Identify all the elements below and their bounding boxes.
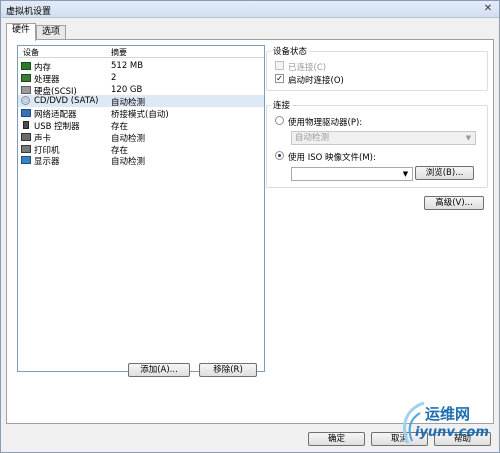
device-row-display[interactable]: 显示器 自动检测 bbox=[18, 154, 264, 168]
device-row-printer[interactable]: 打印机 存在 bbox=[18, 143, 264, 156]
title-bar[interactable]: 虚拟机设置 ✕ bbox=[1, 1, 499, 18]
ok-button[interactable]: 确定 bbox=[308, 432, 365, 446]
cd-dvd-icon bbox=[21, 96, 30, 106]
device-status-title: 设备状态 bbox=[271, 45, 310, 57]
printer-icon bbox=[21, 144, 31, 153]
connected-label: 已连接(C) bbox=[288, 63, 327, 73]
iso-image-path-select[interactable]: ▼ bbox=[291, 167, 413, 181]
device-rows: 内存 512 MB 处理器 2 硬盘(SCSI) 120 GB CD/DVD (… bbox=[18, 60, 264, 168]
advanced-button[interactable]: 高级(V)... bbox=[424, 196, 484, 210]
chevron-down-icon: ▼ bbox=[402, 170, 409, 178]
physical-drive-select[interactable]: 自动检测 ▼ bbox=[291, 131, 476, 145]
iso-image-label: 使用 ISO 映像文件(M): bbox=[288, 153, 376, 163]
column-header-summary[interactable]: 摘要 bbox=[111, 47, 127, 58]
physical-drive-value: 自动检测 bbox=[295, 133, 330, 143]
device-summary: 512 MB bbox=[111, 61, 144, 71]
tab-hardware[interactable]: 硬件 bbox=[6, 23, 36, 41]
usb-icon bbox=[23, 120, 29, 129]
device-row-cd-dvd[interactable]: CD/DVD (SATA) 自动检测 bbox=[18, 95, 264, 108]
device-summary: 自动检测 bbox=[111, 157, 146, 168]
connect-at-power-on-label: 启动时连接(O) bbox=[288, 76, 344, 86]
device-summary: 2 bbox=[111, 72, 117, 83]
add-device-button[interactable]: 添加(A)... bbox=[128, 363, 190, 377]
device-name: CD/DVD (SATA) bbox=[34, 96, 99, 107]
device-row-memory[interactable]: 内存 512 MB bbox=[18, 60, 264, 73]
chevron-down-icon: ▼ bbox=[465, 134, 472, 142]
column-header-device[interactable]: 设备 bbox=[23, 47, 39, 58]
device-summary: 120 GB bbox=[111, 84, 143, 95]
device-row-sound-card[interactable]: 声卡 自动检测 bbox=[18, 131, 264, 144]
sound-card-icon bbox=[21, 132, 31, 141]
iso-image-radio[interactable] bbox=[275, 151, 284, 160]
list-header: 设备 摘要 bbox=[18, 46, 264, 58]
display-icon bbox=[21, 156, 31, 165]
device-row-hard-disk[interactable]: 硬盘(SCSI) 120 GB bbox=[18, 84, 264, 97]
device-row-usb-controller[interactable]: USB 控制器 存在 bbox=[18, 119, 264, 132]
window-title: 虚拟机设置 bbox=[6, 7, 52, 17]
device-row-network-adapter[interactable]: 网络适配器 桥接模式(自动) bbox=[18, 107, 264, 120]
connected-checkbox[interactable] bbox=[275, 61, 284, 70]
connection-title: 连接 bbox=[271, 99, 293, 111]
tab-options[interactable]: 选项 bbox=[36, 25, 66, 40]
physical-drive-radio[interactable] bbox=[275, 116, 284, 125]
network-adapter-icon bbox=[21, 109, 31, 118]
remove-device-button[interactable]: 移除(R) bbox=[199, 363, 257, 377]
device-row-processor[interactable]: 处理器 2 bbox=[18, 72, 264, 85]
watermark-text: 运维网 bbox=[425, 405, 471, 423]
watermark-url: iyunv.com bbox=[415, 425, 489, 440]
device-list[interactable]: 设备 摘要 内存 512 MB 处理器 2 硬盘(SCSI) 120 GB CD… bbox=[17, 45, 265, 372]
device-status-group: 设备状态 已连接(C) ✓ 启动时连接(O) bbox=[266, 45, 488, 91]
browse-button[interactable]: 浏览(B)... bbox=[415, 166, 474, 180]
vm-settings-window: 虚拟机设置 ✕ 硬件 选项 设备 摘要 内存 512 MB 处理器 2 硬盘(S… bbox=[0, 0, 500, 453]
physical-drive-label: 使用物理驱动器(P): bbox=[288, 118, 363, 128]
processor-icon bbox=[21, 73, 31, 82]
hard-disk-icon bbox=[21, 85, 31, 94]
watermark: 运维网 iyunv.com bbox=[398, 399, 498, 451]
device-name: 显示器 bbox=[34, 157, 60, 168]
connect-at-power-on-checkbox[interactable]: ✓ bbox=[275, 74, 284, 83]
memory-icon bbox=[21, 62, 31, 70]
close-button[interactable]: ✕ bbox=[481, 3, 495, 16]
